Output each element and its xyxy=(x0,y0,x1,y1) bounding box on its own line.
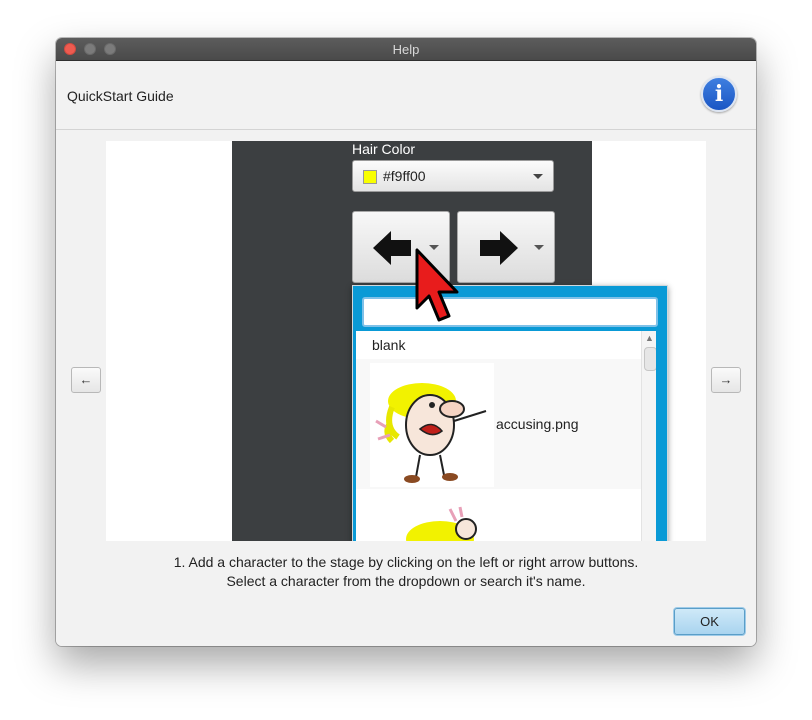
list-item xyxy=(356,493,641,541)
chevron-down-icon xyxy=(533,174,543,179)
character-dropdown: blank accusing.png ▲ xyxy=(352,285,668,541)
arrow-right-icon xyxy=(480,231,518,265)
pointer-cursor-icon xyxy=(415,248,459,322)
scroll-thumb xyxy=(644,347,656,371)
dialog-header: QuickStart Guide i xyxy=(56,61,756,130)
ok-button[interactable]: OK xyxy=(674,608,745,635)
guide-slide-image: Hair Color #f9ff00 blank accusing.png ▲ xyxy=(106,141,706,541)
info-icon: i xyxy=(701,76,737,112)
list-item-label: accusing.png xyxy=(496,416,579,432)
hair-color-picker: #f9ff00 xyxy=(352,160,554,192)
character-list: blank accusing.png ▲ xyxy=(356,331,656,541)
list-scrollbar: ▲ xyxy=(641,331,656,541)
character-thumbnail xyxy=(406,506,477,541)
hair-color-value: #f9ff00 xyxy=(383,168,426,184)
window-title: Help xyxy=(392,42,420,57)
title-bar: Help xyxy=(56,38,756,61)
chevron-up-icon: ▲ xyxy=(645,333,654,343)
guide-caption-line2: Select a character from the dropdown or … xyxy=(226,573,586,589)
color-swatch xyxy=(363,170,377,184)
previous-slide-button[interactable]: ← xyxy=(71,367,101,393)
header-title: QuickStart Guide xyxy=(67,88,174,104)
guide-caption-line1: 1. Add a character to the stage by click… xyxy=(173,554,639,570)
character-search-input xyxy=(362,297,658,327)
character-thumbnail xyxy=(370,363,494,487)
arrow-left-icon xyxy=(373,231,411,265)
help-dialog: Help QuickStart Guide i ← → Hair Color #… xyxy=(56,38,756,646)
guide-content: ← → Hair Color #f9ff00 blank accusing.pn… xyxy=(56,130,756,646)
list-item: blank xyxy=(372,337,406,353)
next-slide-button[interactable]: → xyxy=(711,367,741,393)
list-item: accusing.png xyxy=(356,359,656,489)
right-arrow-button xyxy=(457,211,555,283)
hair-color-label: Hair Color xyxy=(352,141,416,157)
chevron-down-icon xyxy=(534,245,544,250)
